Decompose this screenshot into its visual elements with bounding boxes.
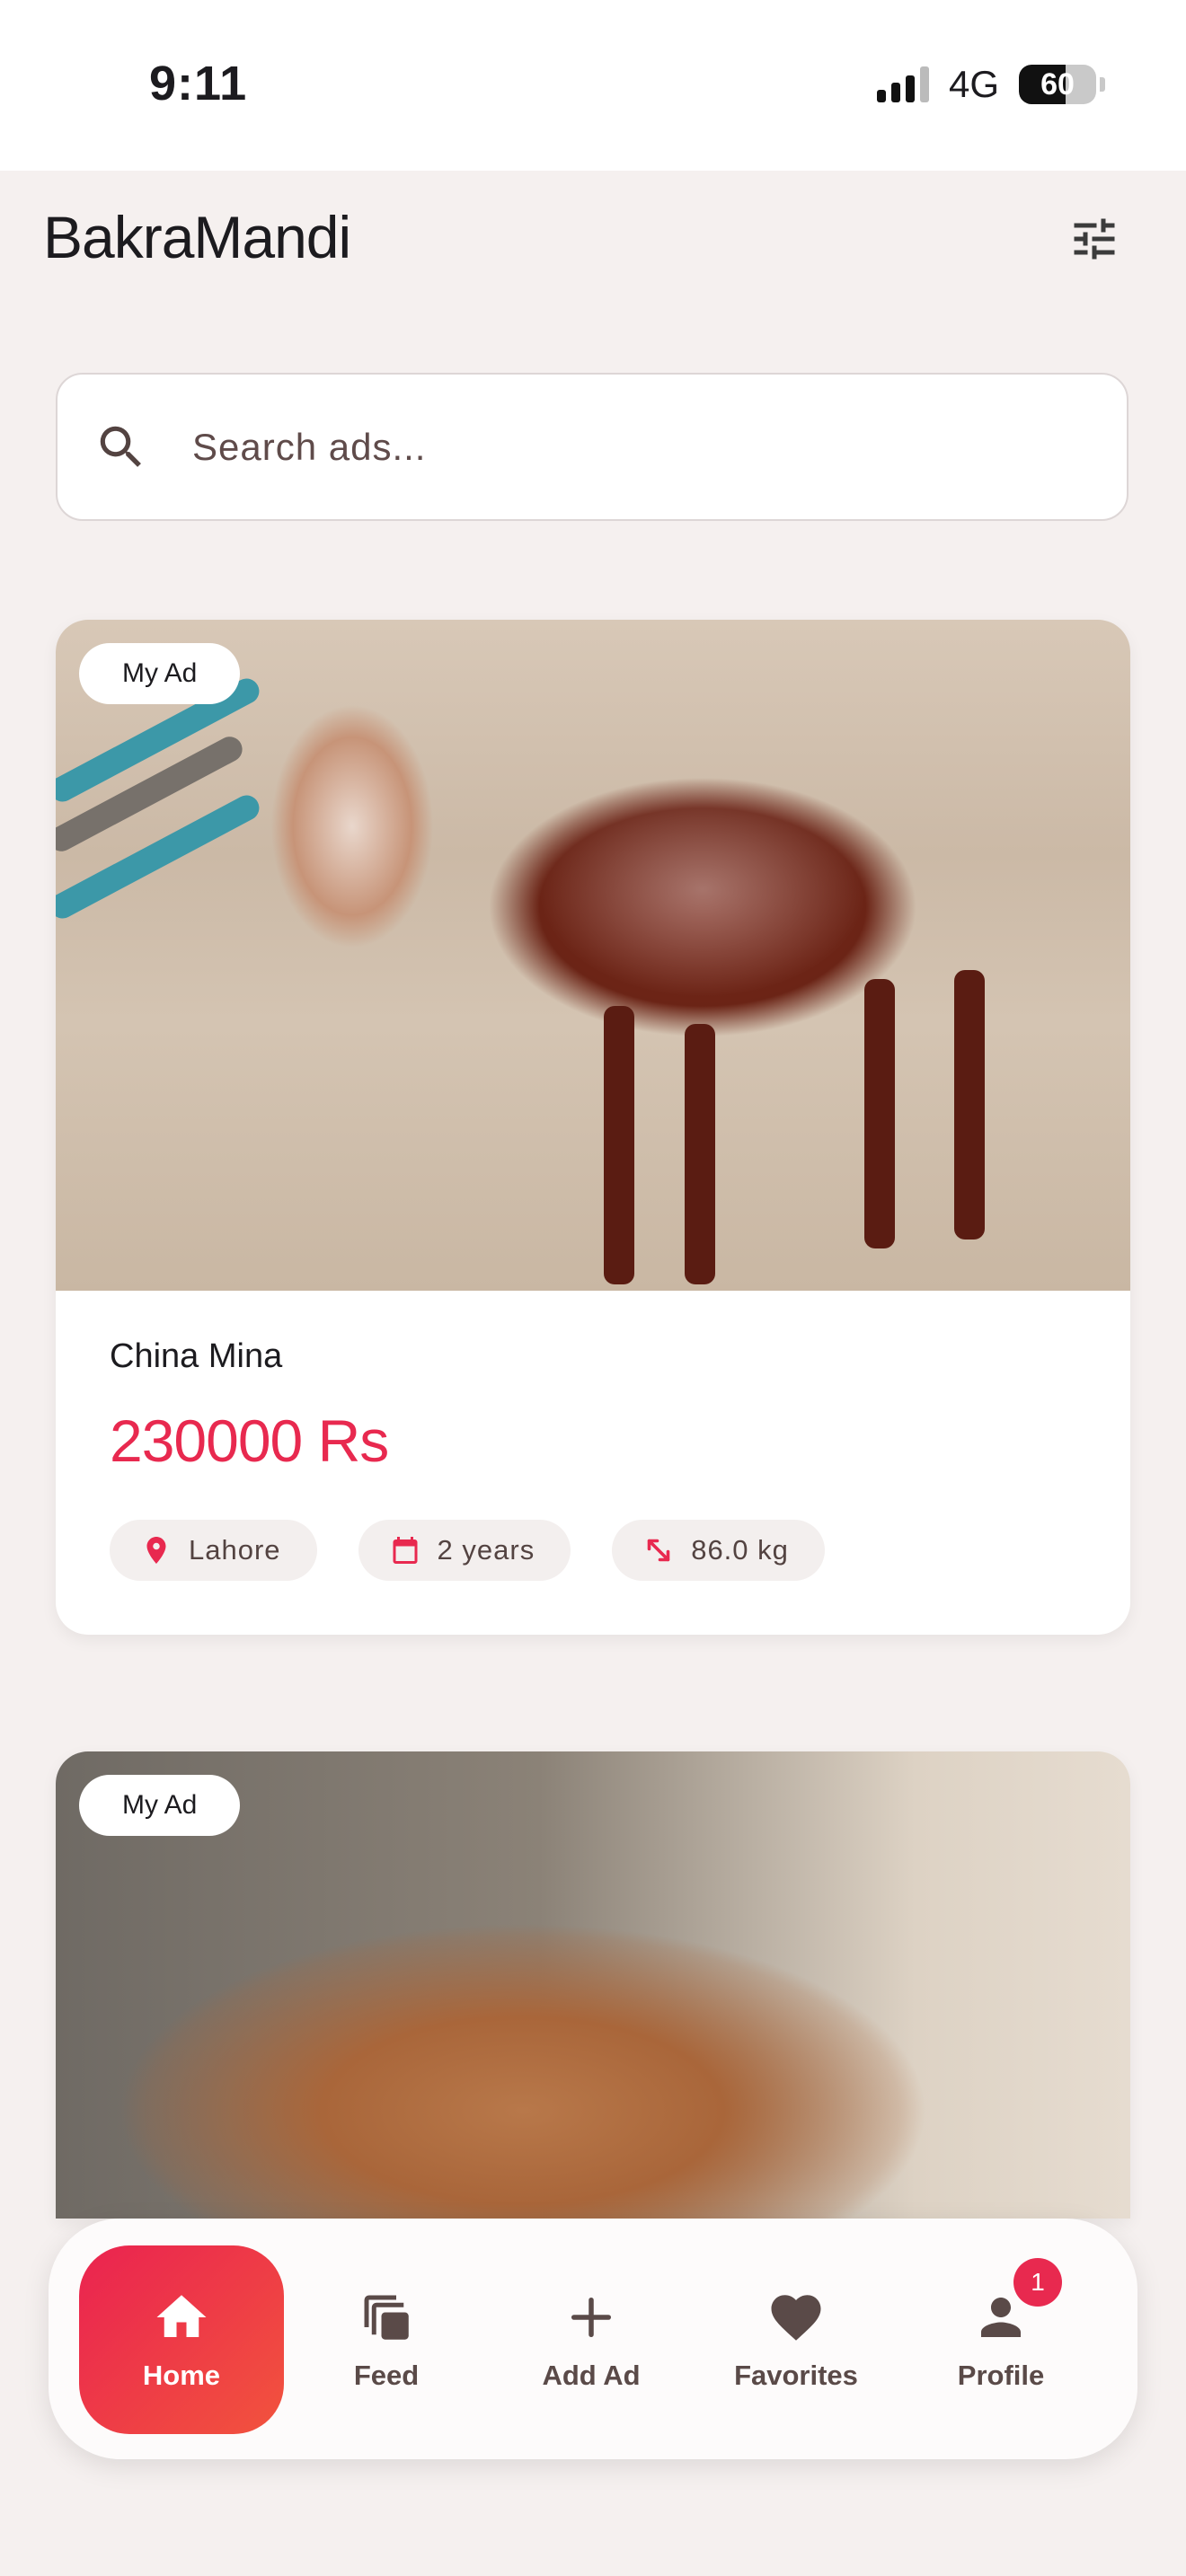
nav-add-ad-label: Add Ad — [542, 2360, 641, 2391]
location-pin-icon — [146, 1537, 166, 1564]
weight-label: 86.0 kg — [691, 1534, 789, 1566]
location-label: Lahore — [189, 1534, 281, 1566]
search-bar[interactable] — [56, 373, 1128, 521]
resize-icon — [647, 1539, 670, 1562]
search-input[interactable] — [190, 424, 1003, 470]
feed-icon — [364, 2295, 409, 2340]
app-title: BakraMandi — [43, 204, 351, 270]
heart-icon — [771, 2295, 821, 2341]
location-chip: Lahore — [110, 1520, 317, 1581]
calendar-icon — [393, 1537, 418, 1564]
ad-title: China Mina — [110, 1337, 283, 1375]
battery-percent: 60 — [1040, 66, 1075, 101]
filter-button[interactable] — [1066, 212, 1123, 266]
nav-profile-label: Profile — [957, 2360, 1045, 2391]
battery-tip — [1100, 77, 1105, 92]
nav-feed-label: Feed — [353, 2360, 420, 2391]
nav-favorites-label: Favorites — [734, 2360, 858, 2391]
ad-attributes: Lahore 2 years 86.0 kg — [110, 1520, 1076, 1581]
nav-add-ad[interactable]: Add Ad — [489, 2245, 694, 2434]
ad-price: 230000 Rs — [110, 1407, 389, 1474]
battery-icon: 60 — [1019, 65, 1096, 104]
age-label: 2 years — [437, 1534, 535, 1566]
nav-feed[interactable]: Feed — [284, 2245, 489, 2434]
my-ad-badge: My Ad — [79, 1775, 241, 1836]
nav-profile[interactable]: Profile 1 — [898, 2245, 1103, 2434]
tune-icon — [1074, 218, 1115, 260]
home-icon — [156, 2295, 207, 2337]
ad-card[interactable]: My Ad China Mina 230000 Rs Lahore 2 year… — [56, 620, 1130, 1635]
status-bar: 9:11 4G 60 BakraMandi — [0, 0, 1186, 270]
signal-icon — [876, 66, 929, 102]
ad-details: China Mina 230000 Rs Lahore 2 years 86.0… — [56, 1291, 1130, 1635]
add-icon — [571, 2298, 611, 2337]
age-chip: 2 years — [358, 1520, 571, 1581]
ad-image[interactable]: My Ad — [56, 1751, 1130, 2219]
nav-favorites[interactable]: Favorites — [694, 2245, 898, 2434]
ad-card[interactable]: My Ad — [56, 1751, 1130, 2219]
weight-chip: 86.0 kg — [612, 1520, 825, 1581]
search-icon — [100, 426, 141, 467]
bottom-navigation: Home Feed Add Ad Favorites Profile 1 — [49, 2219, 1137, 2459]
goat-photo — [56, 620, 1130, 1291]
network-label: 4G — [948, 63, 999, 105]
nav-home[interactable]: Home — [79, 2245, 284, 2434]
status-indicators: 4G 60 — [876, 63, 1105, 106]
notification-badge: 1 — [1013, 2258, 1062, 2307]
status-time: 9:11 — [149, 57, 248, 110]
my-ad-badge: My Ad — [79, 643, 241, 704]
nav-home-label: Home — [142, 2360, 221, 2391]
ad-image[interactable]: My Ad — [56, 620, 1130, 1291]
